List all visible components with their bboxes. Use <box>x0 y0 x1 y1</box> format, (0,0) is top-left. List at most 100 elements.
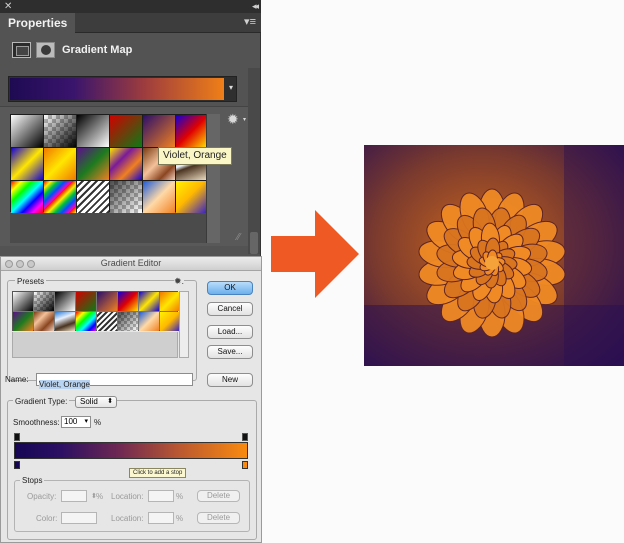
opacity-location-unit: % <box>176 492 184 501</box>
gradient-swatch[interactable] <box>143 181 175 213</box>
cancel-button[interactable]: Cancel <box>207 302 253 316</box>
preset-swatch[interactable] <box>118 312 138 331</box>
gradient-swatch[interactable] <box>77 148 109 180</box>
gradient-swatch[interactable] <box>176 115 208 147</box>
delete-color-stop-button: Delete <box>197 512 240 524</box>
opacity-location-label: Location: <box>111 492 144 501</box>
gradient-swatch[interactable] <box>44 115 76 147</box>
preset-swatch[interactable] <box>13 292 33 311</box>
load-button[interactable]: Load... <box>207 325 253 339</box>
chevron-down-icon[interactable]: ▾ <box>84 417 88 427</box>
gradient-type-label: Gradient Type: <box>13 397 70 406</box>
swatch-grid-empty-area <box>10 213 206 243</box>
gradient-swatch[interactable] <box>110 148 142 180</box>
gradient-swatch[interactable] <box>77 181 109 213</box>
opacity-label: Opacity: <box>27 492 57 501</box>
add-stop-tooltip: Click to add a stop <box>129 468 187 478</box>
gear-icon[interactable]: ✹ <box>227 111 239 128</box>
preset-swatch[interactable] <box>139 312 159 331</box>
color-field <box>61 512 97 524</box>
preset-swatch[interactable] <box>97 292 117 311</box>
gradient-swatch[interactable] <box>110 181 142 213</box>
stops-group <box>14 480 250 532</box>
opacity-location-field <box>148 490 174 502</box>
select-arrows-icon: ⬍ <box>107 398 113 405</box>
opacity-stop-marker[interactable] <box>242 433 248 441</box>
delete-opacity-stop-button: Delete <box>197 490 240 502</box>
presets-label: Presets <box>15 277 47 286</box>
new-button[interactable]: New <box>207 373 253 387</box>
gradient-swatch[interactable] <box>110 115 142 147</box>
color-location-label: Location: <box>111 514 144 523</box>
smoothness-field[interactable]: 100 ▾ <box>61 416 91 428</box>
gradient-type-select[interactable]: Solid ⬍ <box>75 396 117 408</box>
preset-swatch[interactable] <box>118 292 138 311</box>
tab-properties[interactable]: Properties <box>0 13 76 33</box>
preset-swatch[interactable] <box>34 292 54 311</box>
preset-swatch[interactable] <box>55 292 75 311</box>
ok-button[interactable]: OK <box>207 281 253 295</box>
save-button[interactable]: Save... <box>207 345 253 359</box>
gradient-preview-bar[interactable] <box>14 442 248 459</box>
swatch-tooltip: Violet, Orange <box>158 147 232 165</box>
name-field-value[interactable]: Violet, Orange <box>39 380 90 389</box>
resize-grip-icon[interactable]: ⁄⁄ <box>237 232 240 243</box>
gradient-swatch[interactable] <box>44 181 76 213</box>
gear-icon[interactable]: ✹. <box>174 276 185 287</box>
properties-panel: ✕ ◂◂ Properties ▾≡ Gradient Map ▾ ✹ ▾ ⁄⁄… <box>0 0 261 256</box>
presets-scrollbar[interactable] <box>179 291 189 358</box>
gradient-map-dropdown[interactable]: ▾ <box>8 76 237 102</box>
layer-mask-icon[interactable] <box>36 42 55 58</box>
gradient-editor-dialog: Gradient Editor Presets ✹. OK Cancel Loa… <box>0 256 262 543</box>
color-location-field <box>148 512 174 524</box>
gradient-swatch[interactable] <box>44 148 76 180</box>
preset-swatch[interactable] <box>97 312 117 331</box>
preset-swatch[interactable] <box>76 292 96 311</box>
color-label: Color: <box>36 514 58 523</box>
flower-center <box>485 256 499 270</box>
gradient-swatch[interactable] <box>11 115 43 147</box>
name-field[interactable]: Violet, Orange <box>36 373 193 389</box>
gradient-swatch[interactable] <box>11 148 43 180</box>
preset-swatch[interactable] <box>139 292 159 311</box>
panel-scroll-thumb[interactable] <box>250 232 258 254</box>
presets-empty-area <box>12 332 178 358</box>
close-icon[interactable]: ✕ <box>4 0 12 13</box>
gradient-mapped-photo <box>364 145 624 366</box>
gradient-swatch[interactable] <box>143 115 175 147</box>
chevron-down-icon[interactable]: ▾ <box>243 116 246 123</box>
panel-scrollbar[interactable] <box>248 68 260 254</box>
opacity-field <box>61 490 87 502</box>
preset-swatch[interactable] <box>76 312 96 331</box>
smoothness-label: Smoothness: <box>13 418 60 427</box>
smoothness-unit: % <box>94 418 102 427</box>
opacity-unit: % <box>96 492 104 501</box>
smoothness-value: 100 <box>64 417 78 426</box>
gradient-swatch[interactable] <box>11 181 43 213</box>
panel-chrome-bar: ✕ ◂◂ <box>0 0 261 13</box>
arrow-right-icon <box>271 210 359 298</box>
preset-swatch[interactable] <box>160 312 180 331</box>
panel-menu-icon[interactable]: ▾≡ <box>244 15 256 28</box>
dialog-title: Gradient Editor <box>100 258 162 268</box>
panel-tab-bar: Properties ▾≡ <box>0 13 261 33</box>
color-stop-marker[interactable] <box>242 461 248 469</box>
current-gradient-preview[interactable] <box>10 78 224 100</box>
adjustment-layer-icon[interactable] <box>12 42 31 58</box>
gradient-type-value: Solid <box>80 397 98 406</box>
presets-swatch-grid <box>12 291 180 331</box>
preset-swatch[interactable] <box>55 312 75 331</box>
dialog-titlebar: Gradient Editor <box>1 257 261 271</box>
collapse-icon[interactable]: ◂◂ <box>252 0 259 13</box>
adjustment-title: Gradient Map <box>62 44 133 56</box>
preset-swatch[interactable] <box>34 312 54 331</box>
chevron-down-icon[interactable]: ▾ <box>229 83 233 92</box>
color-stop-marker[interactable] <box>14 461 20 469</box>
picker-scrollbar[interactable] <box>206 114 220 243</box>
gradient-swatch[interactable] <box>176 181 208 213</box>
opacity-stop-marker[interactable] <box>14 433 20 441</box>
gradient-swatch[interactable] <box>77 115 109 147</box>
preset-swatch[interactable] <box>13 312 33 331</box>
preset-swatch[interactable] <box>160 292 180 311</box>
color-location-unit: % <box>176 514 184 523</box>
